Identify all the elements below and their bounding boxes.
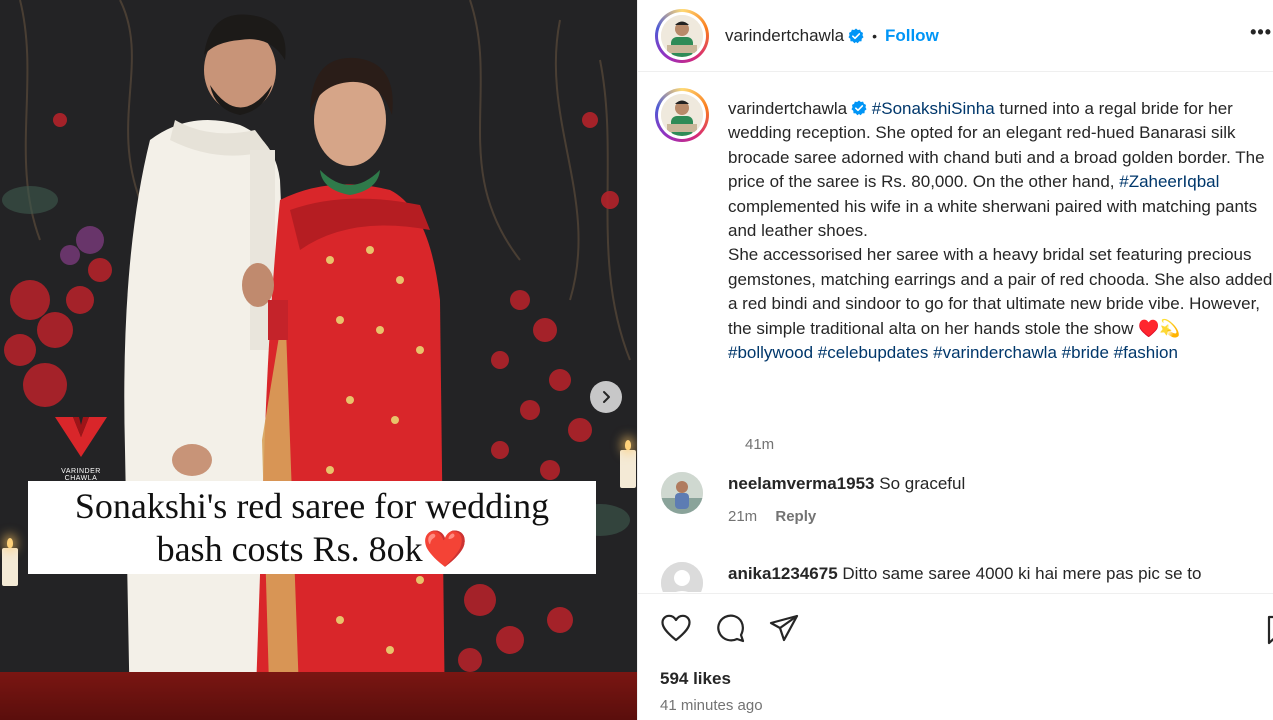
action-icons xyxy=(660,612,800,644)
comment-icon xyxy=(717,614,745,643)
candle-right xyxy=(620,440,636,488)
verified-badge-icon xyxy=(851,100,867,116)
author-avatar[interactable] xyxy=(655,8,709,63)
avatar-photo xyxy=(661,14,703,57)
avatar-photo xyxy=(661,94,703,136)
comments-section[interactable]: varindertchawla #SonakshiSinha turned in… xyxy=(638,72,1273,592)
caption-body-2: complemented his wife in a white sherwan… xyxy=(728,196,1258,241)
default-avatar-icon xyxy=(661,562,703,592)
commenter-avatar[interactable] xyxy=(661,472,703,514)
caption-timestamp: 41m xyxy=(745,436,775,453)
bookmark-icon xyxy=(1267,615,1273,645)
next-slide-button[interactable] xyxy=(590,381,622,413)
hashtag-link[interactable]: #ZaheerIqbal xyxy=(1119,172,1219,191)
hashtag-link[interactable]: #bride xyxy=(1062,343,1109,362)
caption-paragraph-2: She accessorised her saree with a heavy … xyxy=(728,245,1273,338)
comment-text: So graceful xyxy=(879,474,966,493)
header-separator: • xyxy=(872,27,877,44)
like-count[interactable]: 594 likes xyxy=(660,669,731,689)
heart-emoji: ❤️ xyxy=(422,528,468,569)
post-actions: 594 likes 41 minutes ago xyxy=(638,593,1273,720)
commenter-username[interactable]: neelamverma1953 xyxy=(728,474,875,493)
overlay-line-2: bash costs Rs. 8ok❤️ xyxy=(156,528,468,569)
brand-name: VARINDER CHAWLA xyxy=(61,468,101,482)
share-icon xyxy=(769,614,799,642)
hashtag-link[interactable]: #varinderchawla xyxy=(933,343,1057,362)
avatar-photo xyxy=(661,472,703,514)
chevron-right-icon xyxy=(603,391,610,403)
hashtag-link[interactable]: #celebupdates xyxy=(818,343,929,362)
hashtag-link[interactable]: #fashion xyxy=(1114,343,1178,362)
brand-watermark: VARINDER CHAWLA xyxy=(46,415,116,482)
comment-button[interactable] xyxy=(714,612,746,644)
brand-logo xyxy=(55,417,107,457)
hashtag-link[interactable]: #SonakshiSinha xyxy=(872,99,995,118)
wedding-photo xyxy=(0,0,637,720)
caption-username[interactable]: varindertchawla xyxy=(728,99,847,118)
heart-icon xyxy=(661,614,691,642)
share-button[interactable] xyxy=(768,612,800,644)
red-carpet xyxy=(0,672,637,720)
comment-time: 21m xyxy=(728,508,758,525)
like-button[interactable] xyxy=(660,612,692,644)
post-header: varindertchawla • Follow ••• xyxy=(638,0,1273,72)
commenter-username[interactable]: anika1234675 xyxy=(728,564,838,583)
caption-author-avatar[interactable] xyxy=(655,88,709,142)
hashtag-link[interactable]: #bollywood xyxy=(728,343,813,362)
verified-badge-icon xyxy=(848,28,864,43)
post-media[interactable]: VARINDER CHAWLA Sonakshi's red saree for… xyxy=(0,0,637,720)
post-timestamp: 41 minutes ago xyxy=(660,697,763,714)
comment-text: Ditto same saree 4000 ki hai mere pas pi… xyxy=(842,564,1202,583)
reply-button[interactable]: Reply xyxy=(775,508,816,525)
save-button[interactable] xyxy=(1262,614,1273,646)
post-side-panel: varindertchawla • Follow ••• varindertch… xyxy=(637,0,1273,720)
overlay-line-1: Sonakshi's red saree for wedding xyxy=(74,485,550,526)
comment-body: neelamverma1953 So graceful xyxy=(728,472,1268,496)
caption-text: varindertchawla #SonakshiSinha turned in… xyxy=(728,97,1273,365)
commenter-avatar[interactable] xyxy=(661,562,703,592)
comment-meta: 21m Reply xyxy=(728,508,816,525)
follow-button[interactable]: Follow xyxy=(885,26,939,46)
candle-left xyxy=(2,538,18,586)
header-username[interactable]: varindertchawla xyxy=(725,26,844,46)
comment-body: anika1234675 Ditto same saree 4000 ki ha… xyxy=(728,562,1268,586)
more-options-button[interactable]: ••• xyxy=(1250,22,1272,43)
overlay-headline: Sonakshi's red saree for wedding bash co… xyxy=(28,481,596,574)
hashtag-list: #bollywood #celebupdates #varinderchawla… xyxy=(728,341,1273,365)
